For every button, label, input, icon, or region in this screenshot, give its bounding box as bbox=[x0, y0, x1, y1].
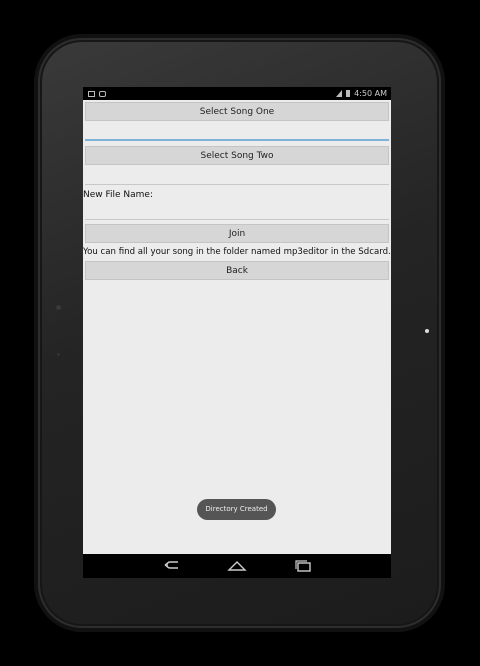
notification-light bbox=[425, 329, 429, 333]
front-camera bbox=[57, 353, 60, 356]
song-one-field[interactable] bbox=[85, 122, 389, 141]
navigation-bar bbox=[83, 554, 391, 578]
join-button[interactable]: Join bbox=[85, 224, 389, 243]
app-notification-icon bbox=[99, 90, 106, 97]
battery-icon bbox=[346, 90, 351, 97]
back-button[interactable]: Back bbox=[85, 261, 389, 280]
signal-icon bbox=[336, 90, 343, 97]
recent-apps-icon[interactable] bbox=[293, 560, 313, 572]
home-icon[interactable] bbox=[227, 560, 247, 572]
info-text: You can find all your song in the folder… bbox=[83, 247, 391, 257]
front-sensor bbox=[56, 305, 61, 310]
select-song-two-button[interactable]: Select Song Two bbox=[85, 146, 389, 165]
new-file-name-input[interactable] bbox=[85, 201, 389, 220]
status-time: 4:50 AM bbox=[354, 89, 387, 98]
status-bar: 4:50 AM bbox=[83, 87, 391, 100]
select-song-one-button[interactable]: Select Song One bbox=[85, 102, 389, 121]
new-file-name-label: New File Name: bbox=[83, 190, 153, 200]
device-screen: 4:50 AM Select Song One Select Song Two … bbox=[83, 87, 391, 578]
image-icon bbox=[88, 90, 95, 97]
toast-message: Directory Created bbox=[197, 499, 276, 520]
song-two-field[interactable] bbox=[85, 166, 389, 185]
back-icon[interactable] bbox=[161, 560, 181, 572]
